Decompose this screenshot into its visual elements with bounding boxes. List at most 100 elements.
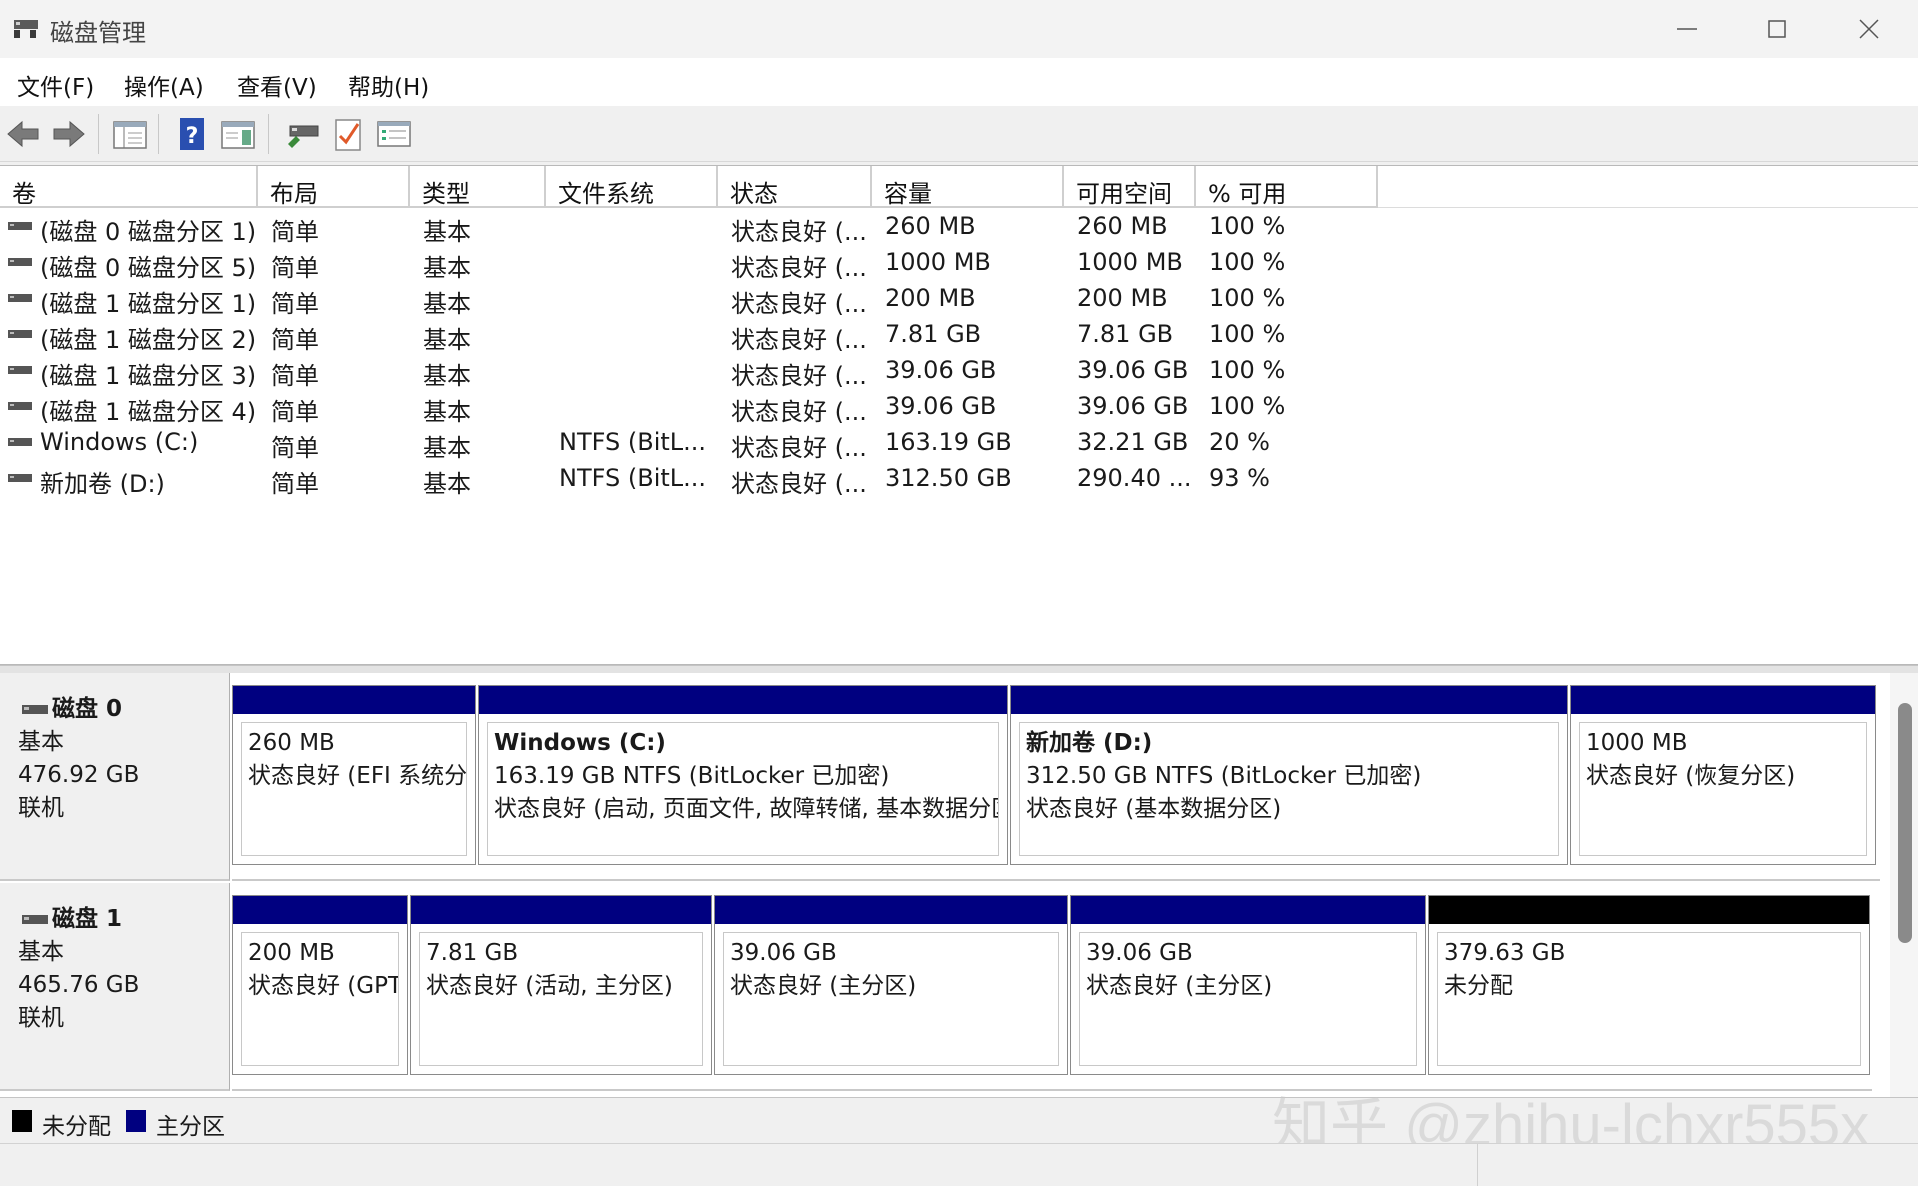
- console-tree-button[interactable]: [110, 114, 150, 154]
- volume-list: 卷 布局 类型 文件系统 状态 容量 可用空间 % 可用 (磁盘 0 磁盘分区 …: [0, 165, 1918, 665]
- table-row[interactable]: (磁盘 1 磁盘分区 1) 简单 基本 状态良好 (... 200 MB 200…: [0, 280, 1918, 318]
- column-header-layout[interactable]: 布局: [258, 166, 410, 208]
- volume-list-body: (磁盘 0 磁盘分区 1) 简单 基本 状态良好 (... 260 MB 260…: [0, 208, 1918, 648]
- vertical-scrollbar[interactable]: [1890, 673, 1918, 1097]
- cell-percent-free: 100 %: [1209, 320, 1286, 348]
- list-view-icon: [377, 121, 411, 147]
- status-cell: [1478, 1144, 1918, 1186]
- help-button[interactable]: ?: [172, 114, 212, 154]
- partition-block[interactable]: 7.81 GB 状态良好 (活动, 主分区): [410, 895, 712, 1075]
- menu-action[interactable]: 操作(A): [124, 68, 204, 102]
- toolbar-separator: [98, 114, 99, 154]
- cell-type: 基本: [423, 434, 471, 462]
- partition-block[interactable]: 39.06 GB 状态良好 (主分区): [714, 895, 1068, 1075]
- partition-name: 新加卷 (D:): [1026, 730, 1153, 756]
- table-row[interactable]: 新加卷 (D:) 简单 基本 NTFS (BitL... 状态良好 (... 3…: [0, 460, 1918, 498]
- legend-label-primary: 主分区: [156, 1114, 225, 1140]
- back-icon: [7, 120, 39, 148]
- back-button[interactable]: [4, 114, 44, 154]
- scrollbar-thumb[interactable]: [1898, 703, 1912, 943]
- table-row[interactable]: (磁盘 0 磁盘分区 5) 简单 基本 状态良好 (... 1000 MB 10…: [0, 244, 1918, 282]
- menu-file[interactable]: 文件(F): [17, 68, 94, 102]
- cell-percent-free: 100 %: [1209, 356, 1286, 384]
- cell-volume: 新加卷 (D:): [40, 470, 165, 498]
- table-row[interactable]: (磁盘 0 磁盘分区 1) 简单 基本 状态良好 (... 260 MB 260…: [0, 208, 1918, 246]
- connect-drive-button[interactable]: [282, 114, 322, 154]
- partition-block[interactable]: Windows (C:) 163.19 GB NTFS (BitLocker 已…: [478, 685, 1008, 865]
- cell-status: 状态良好 (...: [731, 290, 867, 318]
- disk-label[interactable]: 磁盘 0 基本 476.92 GB 联机: [0, 673, 230, 881]
- disk-size: 476.92 GB: [18, 762, 140, 788]
- minimize-button[interactable]: [1642, 0, 1732, 58]
- pane-splitter[interactable]: [0, 665, 1918, 673]
- maximize-icon: [1768, 20, 1786, 38]
- column-header-capacity[interactable]: 容量: [872, 166, 1064, 208]
- cell-volume: (磁盘 1 磁盘分区 2): [40, 326, 257, 354]
- table-row[interactable]: (磁盘 1 磁盘分区 2) 简单 基本 状态良好 (... 7.81 GB 7.…: [0, 316, 1918, 354]
- cell-capacity: 39.06 GB: [885, 392, 997, 420]
- cell-capacity: 163.19 GB: [885, 428, 1012, 456]
- column-header-status[interactable]: 状态: [718, 166, 872, 208]
- toolbar-separator: [268, 114, 269, 154]
- partition-block-unallocated[interactable]: 379.63 GB 未分配: [1428, 895, 1870, 1075]
- partition-block[interactable]: 新加卷 (D:) 312.50 GB NTFS (BitLocker 已加密) …: [1010, 685, 1568, 865]
- cell-volume: (磁盘 0 磁盘分区 5): [40, 254, 257, 282]
- cell-volume: (磁盘 0 磁盘分区 1): [40, 218, 257, 246]
- cell-filesystem: NTFS (BitL...: [559, 464, 707, 492]
- cell-capacity: 39.06 GB: [885, 356, 997, 384]
- cell-capacity: 260 MB: [885, 212, 976, 240]
- svg-text:?: ?: [186, 124, 199, 149]
- menu-view[interactable]: 查看(V): [237, 68, 317, 102]
- cell-percent-free: 20 %: [1209, 428, 1270, 456]
- legend-label-unallocated: 未分配: [42, 1114, 111, 1140]
- table-row[interactable]: Windows (C:) 简单 基本 NTFS (BitL... 状态良好 (.…: [0, 424, 1918, 462]
- partition-block[interactable]: 1000 MB 状态良好 (恢复分区): [1570, 685, 1876, 865]
- maximize-button[interactable]: [1732, 0, 1822, 58]
- list-view-button[interactable]: [374, 114, 414, 154]
- partition-info: 7.81 GB 状态良好 (活动, 主分区): [419, 932, 703, 1066]
- partition-block[interactable]: 260 MB 状态良好 (EFI 系统分区): [232, 685, 476, 865]
- partition-status: 状态良好 (启动, 页面文件, 故障转储, 基本数据分区): [494, 796, 999, 822]
- column-header-percent-free[interactable]: % 可用: [1196, 166, 1378, 208]
- disk-management-app-icon: [14, 20, 38, 38]
- disk-status: 联机: [18, 795, 64, 821]
- disk-icon: [22, 704, 48, 714]
- cell-percent-free: 100 %: [1209, 284, 1286, 312]
- forward-icon: [53, 120, 85, 148]
- table-row[interactable]: (磁盘 1 磁盘分区 4) 简单 基本 状态良好 (... 39.06 GB 3…: [0, 388, 1918, 426]
- partition-size: 163.19 GB NTFS (BitLocker 已加密): [494, 763, 890, 789]
- partition-info: 1000 MB 状态良好 (恢复分区): [1579, 722, 1867, 856]
- cell-type: 基本: [423, 398, 471, 426]
- table-row[interactable]: (磁盘 1 磁盘分区 3) 简单 基本 状态良好 (... 39.06 GB 3…: [0, 352, 1918, 390]
- cell-free-space: 39.06 GB: [1077, 392, 1189, 420]
- column-header-volume[interactable]: 卷: [0, 166, 258, 208]
- connect-drive-icon: [288, 125, 319, 148]
- cell-type: 基本: [423, 254, 471, 282]
- forward-button[interactable]: [48, 114, 88, 154]
- cell-layout: 简单: [271, 362, 319, 390]
- help-icon: ?: [180, 118, 204, 150]
- column-header-type[interactable]: 类型: [410, 166, 546, 208]
- partition-info: 新加卷 (D:) 312.50 GB NTFS (BitLocker 已加密) …: [1019, 722, 1559, 856]
- partition-block[interactable]: 200 MB 状态良好 (GPT: [232, 895, 408, 1075]
- partition-status: 未分配: [1444, 973, 1513, 999]
- partition-size: 312.50 GB NTFS (BitLocker 已加密): [1026, 763, 1422, 789]
- column-header-free-space[interactable]: 可用空间: [1064, 166, 1196, 208]
- partition-type-bar: [1011, 686, 1567, 714]
- partition-block[interactable]: 39.06 GB 状态良好 (主分区): [1070, 895, 1426, 1075]
- cell-free-space: 260 MB: [1077, 212, 1168, 240]
- properties-button[interactable]: [218, 114, 258, 154]
- close-button[interactable]: [1824, 0, 1914, 58]
- volume-icon: [8, 438, 32, 446]
- partition-type-bar: [1571, 686, 1875, 714]
- cell-volume: (磁盘 1 磁盘分区 4): [40, 398, 257, 426]
- cell-volume: (磁盘 1 磁盘分区 1): [40, 290, 257, 318]
- check-button[interactable]: [328, 114, 368, 154]
- menu-help[interactable]: 帮助(H): [348, 68, 429, 102]
- partition-info: 39.06 GB 状态良好 (主分区): [1079, 932, 1417, 1066]
- cell-free-space: 39.06 GB: [1077, 356, 1189, 384]
- cell-free-space: 200 MB: [1077, 284, 1168, 312]
- column-header-filesystem[interactable]: 文件系统: [546, 166, 718, 208]
- partition-info: 39.06 GB 状态良好 (主分区): [723, 932, 1059, 1066]
- disk-label[interactable]: 磁盘 1 基本 465.76 GB 联机: [0, 883, 230, 1091]
